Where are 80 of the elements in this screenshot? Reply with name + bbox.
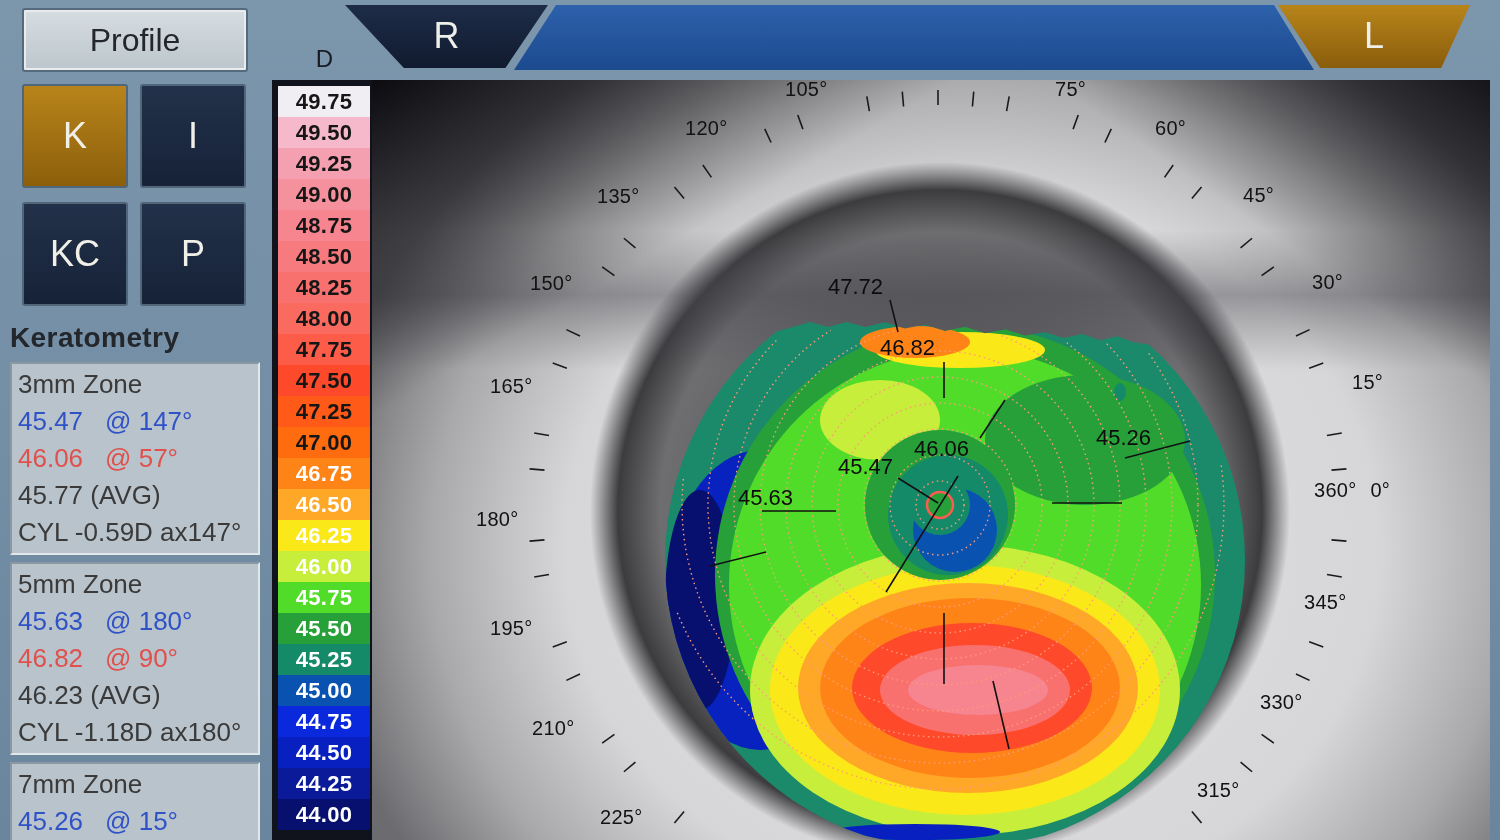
color-scale-step: 45.50 <box>278 613 370 644</box>
color-scale-step: 48.00 <box>278 303 370 334</box>
angle-label: 180° <box>476 509 519 529</box>
map-mode-button[interactable]: P <box>140 202 246 306</box>
color-scale-step: 45.75 <box>278 582 370 613</box>
map-value-label: 45.47 <box>838 456 894 478</box>
color-scale-step: 47.50 <box>278 365 370 396</box>
angle-label: 210° <box>532 718 575 738</box>
color-scale-step: 48.50 <box>278 241 370 272</box>
angle-label: 105° <box>785 80 828 99</box>
color-scale-step: 49.00 <box>278 179 370 210</box>
flat-k-value: 45.47 <box>18 406 84 437</box>
eye-tab[interactable]: L <box>1278 5 1470 68</box>
color-scale-step: 47.00 <box>278 427 370 458</box>
flat-k-value: 45.63 <box>18 606 84 637</box>
map-mode-button[interactable]: KC <box>22 202 128 306</box>
angle-label: 60° <box>1155 118 1187 138</box>
angle-label: 345° <box>1304 592 1347 612</box>
angle-label: 150° <box>530 273 573 293</box>
map-mode-button[interactable]: K <box>22 84 128 188</box>
angle-label: 165° <box>490 376 533 396</box>
angle-label: 120° <box>685 118 728 138</box>
axis-angle: @ 180° <box>105 606 193 637</box>
angle-label: 360° 0° <box>1314 480 1391 500</box>
axis-angle: @ 57° <box>105 443 178 474</box>
leader-line <box>889 299 899 333</box>
map-value-label: 46.06 <box>914 438 970 460</box>
angle-label: 315° <box>1197 780 1240 800</box>
average-k-value: 45.77 (AVG) <box>18 480 161 511</box>
color-scale-step: 49.25 <box>278 148 370 179</box>
eye-tab[interactable]: R <box>345 5 548 68</box>
color-scale-step: 49.75 <box>278 86 370 117</box>
color-scale-step: 46.25 <box>278 520 370 551</box>
axis-angle: @ 15° <box>105 806 178 837</box>
color-scale-step: 46.50 <box>278 489 370 520</box>
color-scale-step: 44.75 <box>278 706 370 737</box>
angle-label: 15° <box>1352 372 1384 392</box>
axis-angle: @ 147° <box>105 406 193 437</box>
color-scale-step: 44.25 <box>278 768 370 799</box>
section-title: Keratometry <box>10 322 180 354</box>
steep-k-value: 46.82 <box>18 643 84 674</box>
map-value-label: 45.26 <box>1096 427 1152 449</box>
color-scale-step: 45.25 <box>278 644 370 675</box>
angle-label: 135° <box>597 186 640 206</box>
angle-label: 45° <box>1243 185 1275 205</box>
map-value-label: 47.72 <box>828 276 884 298</box>
profile-button[interactable]: Profile <box>22 8 248 72</box>
zone-title: 7mm Zone <box>18 769 143 800</box>
leader-line <box>992 680 1010 750</box>
map-mode-button[interactable]: I <box>140 84 246 188</box>
color-scale-step: 49.50 <box>278 117 370 148</box>
color-scale-step: 47.75 <box>278 334 370 365</box>
color-scale-step: 46.75 <box>278 458 370 489</box>
angle-label: 30° <box>1312 272 1344 292</box>
zone-title: 5mm Zone <box>18 569 143 600</box>
map-value-label: 45.63 <box>738 487 794 509</box>
color-scale-step: 48.25 <box>278 272 370 303</box>
color-scale-step: 48.75 <box>278 210 370 241</box>
leader-line <box>979 399 1006 439</box>
scale-unit: D <box>315 47 333 71</box>
angle-label: 75° <box>1055 80 1087 99</box>
cylinder-value: CYL -0.59D ax147° <box>18 517 242 548</box>
angle-label: 225° <box>600 807 643 827</box>
color-scale-step: 45.00 <box>278 675 370 706</box>
leader-line <box>943 361 945 399</box>
flat-k-value: 45.26 <box>18 806 84 837</box>
color-scale-step: 46.00 <box>278 551 370 582</box>
color-scale-step: 44.00 <box>278 799 370 830</box>
leader-line <box>709 551 767 567</box>
color-scale-step: 47.25 <box>278 396 370 427</box>
average-k-value: 46.23 (AVG) <box>18 680 161 711</box>
map-value-label: 46.82 <box>880 337 936 359</box>
angle-label: 195° <box>490 618 533 638</box>
steep-k-value: 46.06 <box>18 443 84 474</box>
axis-angle: @ 90° <box>105 643 178 674</box>
zone-title: 3mm Zone <box>18 369 143 400</box>
angle-label: 330° <box>1260 692 1303 712</box>
leader-line <box>1051 502 1123 504</box>
color-scale-step: 44.50 <box>278 737 370 768</box>
cylinder-value: CYL -1.18D ax180° <box>18 717 242 748</box>
